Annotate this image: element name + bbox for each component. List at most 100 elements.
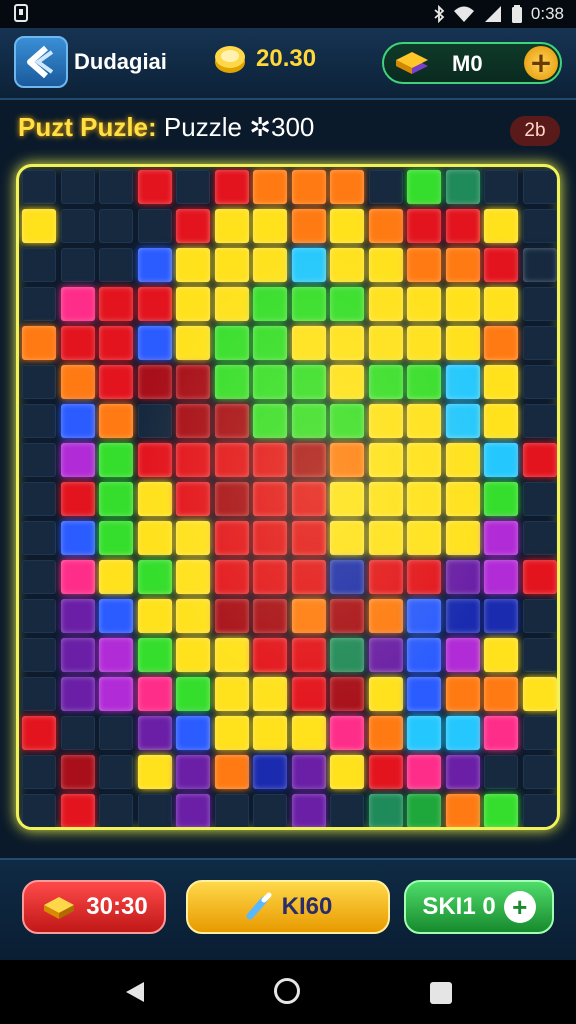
grid-cell[interactable] bbox=[407, 365, 441, 399]
grid-cell[interactable] bbox=[522, 209, 557, 243]
grid-cell[interactable] bbox=[445, 755, 480, 789]
grid-cell[interactable] bbox=[368, 287, 403, 321]
grid-cell[interactable] bbox=[484, 287, 518, 321]
grid-cell[interactable] bbox=[176, 170, 210, 204]
grid-cell[interactable] bbox=[137, 677, 172, 711]
grid-cell[interactable] bbox=[253, 599, 287, 633]
grid-cell[interactable] bbox=[22, 599, 56, 633]
grid-cell[interactable] bbox=[445, 677, 480, 711]
grid-cell[interactable] bbox=[484, 482, 518, 516]
grid-cell[interactable] bbox=[99, 794, 133, 827]
grid-cell[interactable] bbox=[445, 482, 480, 516]
grid-cell[interactable] bbox=[484, 755, 518, 789]
grid-cell[interactable] bbox=[137, 794, 172, 827]
grid-cell[interactable] bbox=[407, 287, 441, 321]
grid-cell[interactable] bbox=[60, 560, 95, 594]
grid-cell[interactable] bbox=[291, 287, 326, 321]
grid-cell[interactable] bbox=[99, 443, 133, 477]
grid-cell[interactable] bbox=[99, 248, 133, 282]
grid-cell[interactable] bbox=[445, 521, 480, 555]
grid-cell[interactable] bbox=[291, 482, 326, 516]
grid-cell[interactable] bbox=[214, 443, 249, 477]
grid-cell[interactable] bbox=[522, 248, 557, 282]
grid-cell[interactable] bbox=[407, 443, 441, 477]
grid-cell[interactable] bbox=[522, 677, 557, 711]
grid-cell[interactable] bbox=[60, 209, 95, 243]
grid-cell[interactable] bbox=[484, 170, 518, 204]
grid-cell[interactable] bbox=[445, 404, 480, 438]
grid-cell[interactable] bbox=[368, 755, 403, 789]
grid-cell[interactable] bbox=[214, 404, 249, 438]
grid-cell[interactable] bbox=[253, 755, 287, 789]
grid-cell[interactable] bbox=[137, 560, 172, 594]
grid-cell[interactable] bbox=[407, 209, 441, 243]
grid-cell[interactable] bbox=[214, 638, 249, 672]
grid-cell[interactable] bbox=[445, 794, 480, 827]
grid-cell[interactable] bbox=[214, 209, 249, 243]
grid-cell[interactable] bbox=[176, 326, 210, 360]
grid-cell[interactable] bbox=[407, 482, 441, 516]
grid-cell[interactable] bbox=[368, 248, 403, 282]
grid-cell[interactable] bbox=[60, 170, 95, 204]
grid-cell[interactable] bbox=[368, 716, 403, 750]
grid-cell[interactable] bbox=[291, 365, 326, 399]
grid-cell[interactable] bbox=[137, 326, 172, 360]
grid-cell[interactable] bbox=[253, 443, 287, 477]
grid-cell[interactable] bbox=[253, 404, 287, 438]
grid-cell[interactable] bbox=[22, 677, 56, 711]
grid-cell[interactable] bbox=[214, 482, 249, 516]
grid-cell[interactable] bbox=[176, 638, 210, 672]
grid-cell[interactable] bbox=[253, 326, 287, 360]
grid-cell[interactable] bbox=[60, 755, 95, 789]
grid-cell[interactable] bbox=[291, 677, 326, 711]
grid-cell[interactable] bbox=[214, 599, 249, 633]
grid-cell[interactable] bbox=[484, 443, 518, 477]
grid-cell[interactable] bbox=[60, 443, 95, 477]
grid-cell[interactable] bbox=[176, 794, 210, 827]
grid-cell[interactable] bbox=[368, 443, 403, 477]
grid-cell[interactable] bbox=[407, 794, 441, 827]
grid-cell[interactable] bbox=[137, 482, 172, 516]
grid-cell[interactable] bbox=[60, 638, 95, 672]
grid-cell[interactable] bbox=[522, 638, 557, 672]
grid-cell[interactable] bbox=[445, 248, 480, 282]
grid-cell[interactable] bbox=[522, 404, 557, 438]
grid-cell[interactable] bbox=[330, 521, 364, 555]
grid-cell[interactable] bbox=[368, 365, 403, 399]
grid-cell[interactable] bbox=[522, 599, 557, 633]
grid-cell[interactable] bbox=[214, 794, 249, 827]
grid-cell[interactable] bbox=[214, 170, 249, 204]
grid-cell[interactable] bbox=[22, 521, 56, 555]
nav-back-icon[interactable] bbox=[124, 980, 146, 1004]
grid-cell[interactable] bbox=[445, 170, 480, 204]
hint-button[interactable]: 30:30 bbox=[22, 880, 166, 934]
grid-cell[interactable] bbox=[407, 248, 441, 282]
grid-cell[interactable] bbox=[522, 521, 557, 555]
grid-cell[interactable] bbox=[22, 365, 56, 399]
nav-recent-icon[interactable] bbox=[430, 982, 452, 1004]
grid-cell[interactable] bbox=[484, 209, 518, 243]
grid-cell[interactable] bbox=[99, 677, 133, 711]
grid-cell[interactable] bbox=[522, 326, 557, 360]
grid-cell[interactable] bbox=[522, 716, 557, 750]
grid-cell[interactable] bbox=[99, 482, 133, 516]
grid-cell[interactable] bbox=[214, 248, 249, 282]
grid-cell[interactable] bbox=[407, 716, 441, 750]
grid-cell[interactable] bbox=[22, 287, 56, 321]
grid-cell[interactable] bbox=[291, 443, 326, 477]
grid-cell[interactable] bbox=[137, 443, 172, 477]
grid-cell[interactable] bbox=[176, 482, 210, 516]
grid-cell[interactable] bbox=[368, 677, 403, 711]
grid-cell[interactable] bbox=[368, 794, 403, 827]
grid-cell[interactable] bbox=[330, 326, 364, 360]
grid-cell[interactable] bbox=[60, 287, 95, 321]
grid-cell[interactable] bbox=[137, 365, 172, 399]
grid-cell[interactable] bbox=[407, 170, 441, 204]
grid-cell[interactable] bbox=[484, 326, 518, 360]
grid-cell[interactable] bbox=[330, 443, 364, 477]
grid-cell[interactable] bbox=[253, 794, 287, 827]
grid-cell[interactable] bbox=[60, 365, 95, 399]
grid-cell[interactable] bbox=[522, 560, 557, 594]
grid-cell[interactable] bbox=[330, 677, 364, 711]
grid-cell[interactable] bbox=[137, 287, 172, 321]
